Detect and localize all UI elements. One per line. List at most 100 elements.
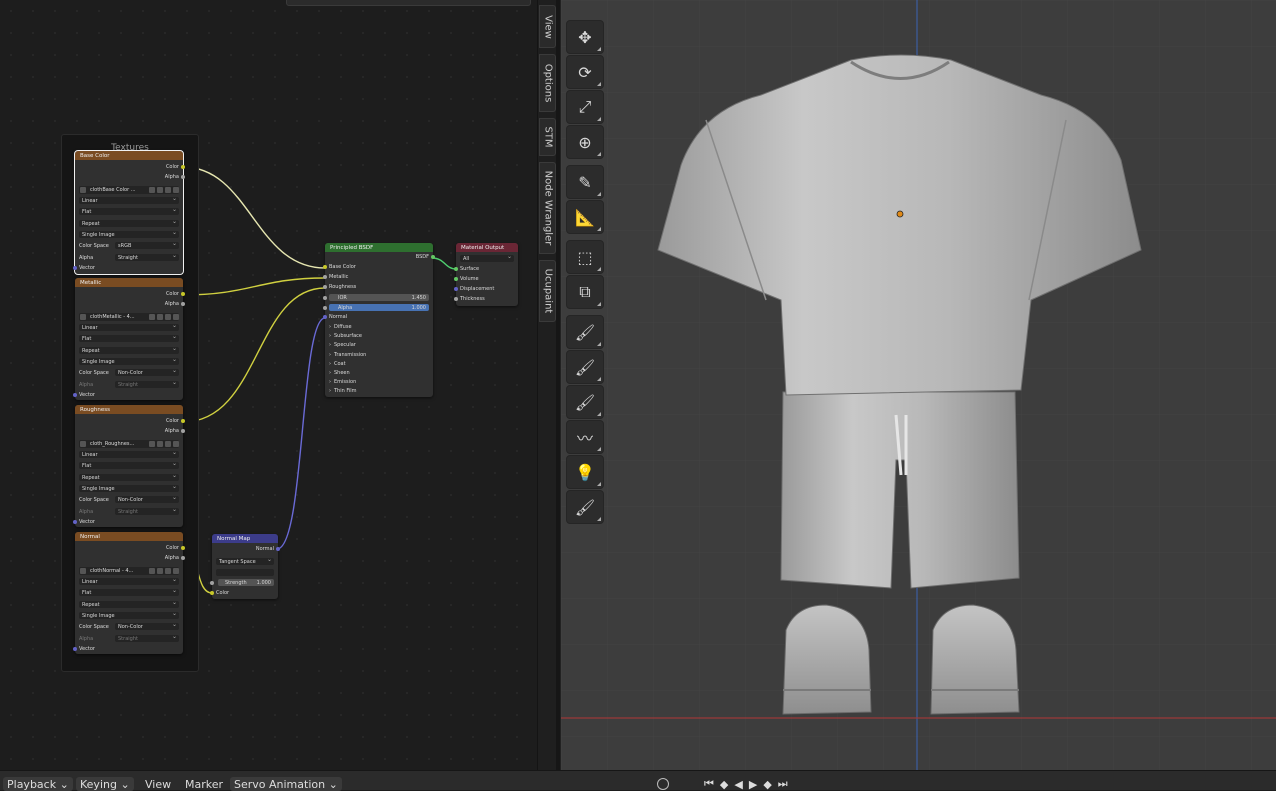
source-select[interactable]: Single Image: [79, 231, 179, 238]
ior-field[interactable]: IOR 1.450: [329, 294, 429, 301]
source-select[interactable]: Single Image: [79, 485, 179, 492]
projection-select[interactable]: Flat: [79, 589, 179, 596]
extension-select[interactable]: Repeat: [79, 601, 179, 608]
color-socket[interactable]: [181, 292, 185, 296]
duplicate-icon[interactable]: [157, 568, 163, 574]
extension-select[interactable]: Repeat: [79, 347, 179, 354]
metallic-socket[interactable]: [323, 275, 327, 279]
extension-select[interactable]: Repeat: [79, 474, 179, 481]
base-color-socket[interactable]: [323, 265, 327, 269]
tab-stm[interactable]: STM: [539, 118, 556, 156]
interpolation-select[interactable]: Linear: [79, 197, 179, 204]
tool-button-measure[interactable]: 📐: [566, 200, 604, 234]
extension-select[interactable]: Repeat: [79, 220, 179, 227]
image-texture-node-normal[interactable]: Normal Color Alpha clothNormal - 4... Linear…: [73, 532, 185, 654]
tool-button-bulb-paint[interactable]: 💡: [566, 455, 604, 489]
alpha-socket[interactable]: [323, 306, 327, 310]
fake-user-icon[interactable]: [149, 441, 155, 447]
projection-select[interactable]: Flat: [79, 335, 179, 342]
strength-field[interactable]: Strength 1.000: [218, 579, 274, 586]
close-icon[interactable]: [173, 441, 179, 447]
close-icon[interactable]: [173, 187, 179, 193]
tool-button-paint-brush[interactable]: 🖌: [566, 315, 604, 349]
color-space-select[interactable]: Non-Color: [115, 623, 179, 630]
alpha-field[interactable]: Alpha 1.000: [329, 304, 429, 311]
tool-button-mask-brush[interactable]: 🖌: [566, 490, 604, 524]
uv-map-field[interactable]: [216, 569, 274, 576]
alpha-socket[interactable]: [181, 175, 185, 179]
duplicate-icon[interactable]: [157, 187, 163, 193]
surface-socket[interactable]: [454, 267, 458, 271]
image-texture-node-metallic[interactable]: Metallic Color Alpha clothMetallic - 4... Li…: [73, 278, 185, 400]
projection-select[interactable]: Flat: [79, 462, 179, 469]
interpolation-select[interactable]: Linear: [79, 451, 179, 458]
fake-user-icon[interactable]: [149, 314, 155, 320]
duplicate-icon[interactable]: [157, 314, 163, 320]
color-space-select[interactable]: sRGB: [115, 242, 179, 249]
tab-node-wrangler[interactable]: Node Wrangler: [539, 162, 556, 254]
panel-emission[interactable]: › Emission: [329, 378, 429, 386]
projection-select[interactable]: Flat: [79, 208, 179, 215]
tool-button-rotate[interactable]: ⟳: [566, 55, 604, 89]
vector-socket[interactable]: [73, 266, 77, 270]
tool-button-transform[interactable]: ⊕: [566, 125, 604, 159]
panel-subsurface[interactable]: › Subsurface: [329, 332, 429, 340]
tool-button-annotate[interactable]: ✎: [566, 165, 604, 199]
panel-coat[interactable]: › Coat: [329, 360, 429, 368]
tool-button-add-object[interactable]: ⧉: [566, 275, 604, 309]
alpha-mode-select[interactable]: Straight: [115, 381, 179, 388]
color-space-select[interactable]: Non-Color: [115, 369, 179, 376]
open-folder-icon[interactable]: [165, 187, 171, 193]
panel-transmission[interactable]: › Transmission: [329, 351, 429, 359]
panel-sheen[interactable]: › Sheen: [329, 369, 429, 377]
principled-bsdf-node[interactable]: Principled BSDF BSDF Base Color Metallic…: [323, 243, 435, 397]
tool-button-weight-paint[interactable]: 🖌: [566, 385, 604, 419]
color-socket[interactable]: [181, 419, 185, 423]
target-select[interactable]: All: [460, 255, 514, 262]
vector-socket[interactable]: [73, 393, 77, 397]
vector-socket[interactable]: [73, 520, 77, 524]
alpha-mode-select[interactable]: Straight: [115, 254, 179, 261]
fake-user-icon[interactable]: [149, 187, 155, 193]
ior-socket[interactable]: [323, 296, 327, 300]
interpolation-select[interactable]: Linear: [79, 324, 179, 331]
alpha-socket[interactable]: [181, 556, 185, 560]
displacement-socket[interactable]: [454, 287, 458, 291]
tool-button-move[interactable]: ✥: [566, 20, 604, 54]
tool-button-vertex-paint[interactable]: 🖌: [566, 350, 604, 384]
vector-socket[interactable]: [73, 647, 77, 651]
close-icon[interactable]: [173, 314, 179, 320]
normal-out-socket[interactable]: [276, 547, 280, 551]
fake-user-icon[interactable]: [149, 568, 155, 574]
bsdf-socket[interactable]: [431, 255, 435, 259]
alpha-socket[interactable]: [181, 302, 185, 306]
strength-socket[interactable]: [210, 581, 214, 585]
color-socket[interactable]: [181, 165, 185, 169]
open-folder-icon[interactable]: [165, 441, 171, 447]
open-folder-icon[interactable]: [165, 314, 171, 320]
tab-view[interactable]: View: [539, 5, 556, 48]
image-selector[interactable]: clothMetallic - 4...: [79, 313, 179, 321]
color-space-select[interactable]: Non-Color: [115, 496, 179, 503]
image-texture-node-base-color[interactable]: Base Color Color Alpha clothBase Color ... L…: [73, 150, 185, 275]
space-select[interactable]: Tangent Space: [216, 558, 274, 565]
image-texture-node-roughness[interactable]: Roughness Color Alpha cloth_Roughnes... Line…: [73, 405, 185, 527]
duplicate-icon[interactable]: [157, 441, 163, 447]
3d-viewport[interactable]: [560, 0, 1276, 770]
source-select[interactable]: Single Image: [79, 358, 179, 365]
volume-socket[interactable]: [454, 277, 458, 281]
thickness-socket[interactable]: [454, 297, 458, 301]
image-selector[interactable]: clothBase Color ...: [79, 186, 179, 194]
image-selector[interactable]: clothNormal - 4...: [79, 567, 179, 575]
color-socket[interactable]: [210, 591, 214, 595]
panel-thin-film[interactable]: › Thin Film: [329, 387, 429, 395]
color-socket[interactable]: [181, 546, 185, 550]
close-icon[interactable]: [173, 568, 179, 574]
open-folder-icon[interactable]: [165, 568, 171, 574]
material-output-node[interactable]: Material Output All Surface Volume Displ…: [454, 243, 518, 306]
panel-diffuse[interactable]: › Diffuse: [329, 323, 429, 331]
normal-socket[interactable]: [323, 315, 327, 319]
tab-options[interactable]: Options: [539, 54, 556, 112]
tab-ucupaint[interactable]: Ucupaint: [539, 260, 556, 322]
node-editor[interactable]: Textures Base Color Color Alpha clothBase C…: [0, 0, 537, 770]
